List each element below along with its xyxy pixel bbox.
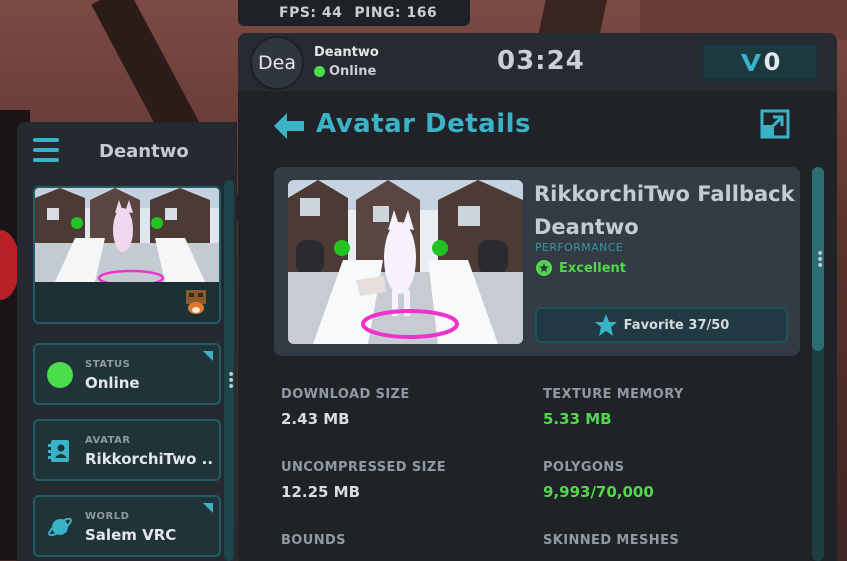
stat-value: 5.33 MB xyxy=(543,410,612,428)
expand-icon[interactable] xyxy=(760,109,790,139)
stat-bounds: BOUNDS xyxy=(281,533,346,556)
world-card[interactable]: WORLD Salem VRC xyxy=(33,495,221,557)
avatar-card-icon xyxy=(48,440,69,462)
performance-value: Excellent xyxy=(559,260,626,276)
avatar-details-panel: Avatar Details • • • RikkorchiTwo Fallba… xyxy=(238,91,837,561)
stat-value: 2.43 MB xyxy=(281,410,350,428)
performance-rating: Excellent xyxy=(536,260,626,276)
avatar-name-line1: RikkorchiTwo Fallback xyxy=(534,182,795,206)
credits-amount: 0 xyxy=(763,48,781,76)
clock: 03:24 xyxy=(497,46,585,76)
user-top-bar: Dea Deantwo Online 03:24 0 xyxy=(238,33,837,91)
world-value: Salem VRC xyxy=(85,526,177,544)
stat-uncompressed-size: UNCOMPRESSED SIZE 12.25 MB xyxy=(281,460,446,501)
planet-icon xyxy=(48,517,72,537)
online-dot-icon xyxy=(314,66,325,77)
menu-icon[interactable] xyxy=(33,138,59,162)
avatar-name-line2: Deantwo xyxy=(534,215,639,239)
user-status: Online xyxy=(314,64,376,79)
status-value: Online xyxy=(85,374,140,392)
stat-label: DOWNLOAD SIZE xyxy=(281,387,410,402)
stat-label: BOUNDS xyxy=(281,533,346,548)
avatar-label: AVATAR xyxy=(85,435,131,446)
drag-handle-icon[interactable]: ••• xyxy=(227,368,235,394)
page-title: Avatar Details xyxy=(316,109,532,139)
avatar-summary-card: RikkorchiTwo Fallback Deantwo PERFORMANC… xyxy=(274,167,800,356)
avatar-value: RikkorchiTwo ... xyxy=(85,450,213,468)
corner-indicator-icon xyxy=(203,503,213,513)
status-card[interactable]: STATUS Online xyxy=(33,343,221,405)
sidebar-header: Deantwo xyxy=(17,122,237,178)
favorite-button[interactable]: Favorite 37/50 xyxy=(535,307,788,343)
user-name: Deantwo xyxy=(314,45,379,60)
credits-balance[interactable]: 0 xyxy=(702,43,818,81)
status-label: STATUS xyxy=(85,359,131,370)
quick-menu-sidebar: Deantwo ••• xyxy=(17,122,237,561)
avatar-preview-image xyxy=(288,180,523,344)
avatar-thumbnail-card[interactable] xyxy=(33,186,221,324)
favorite-label: Favorite 37/50 xyxy=(623,317,730,333)
stat-label: SKINNED MESHES xyxy=(543,533,680,548)
stat-skinned-meshes: SKINNED MESHES xyxy=(543,533,679,556)
performance-label: PERFORMANCE xyxy=(535,241,624,254)
world-label: WORLD xyxy=(85,511,130,522)
stat-label: TEXTURE MEMORY xyxy=(543,387,684,402)
back-arrow-icon[interactable] xyxy=(274,113,304,139)
stat-value: 12.25 MB xyxy=(281,483,361,501)
stat-download-size: DOWNLOAD SIZE 2.43 MB xyxy=(281,387,410,428)
fps-readout: FPS: 44 xyxy=(279,5,343,21)
stat-polygons: POLYGONS 9,993/70,000 xyxy=(543,460,654,501)
avatar-name: RikkorchiTwo Fallback Deantwo xyxy=(534,178,798,244)
user-avatar[interactable]: Dea xyxy=(250,36,304,90)
fox-emoji-icon xyxy=(186,290,206,314)
performance-overlay: FPS: 44 PING: 166 xyxy=(238,0,470,26)
stat-label: POLYGONS xyxy=(543,460,625,475)
avatar-thumbnail-image xyxy=(35,188,219,282)
avatar-card[interactable]: AVATAR RikkorchiTwo ... xyxy=(33,419,221,481)
stat-value: 9,993/70,000 xyxy=(543,483,654,501)
star-icon xyxy=(594,314,617,336)
stat-texture-memory: TEXTURE MEMORY 5.33 MB xyxy=(543,387,684,428)
stat-label: UNCOMPRESSED SIZE xyxy=(281,460,447,475)
user-status-text: Online xyxy=(329,64,377,79)
sidebar-title: Deantwo xyxy=(99,141,189,162)
credits-v-icon xyxy=(740,54,761,71)
drag-handle-icon[interactable]: ••• xyxy=(816,247,824,273)
star-badge-icon xyxy=(536,260,552,276)
ping-readout: PING: 166 xyxy=(354,5,438,21)
status-dot-icon xyxy=(47,362,73,388)
corner-indicator-icon xyxy=(203,351,213,361)
